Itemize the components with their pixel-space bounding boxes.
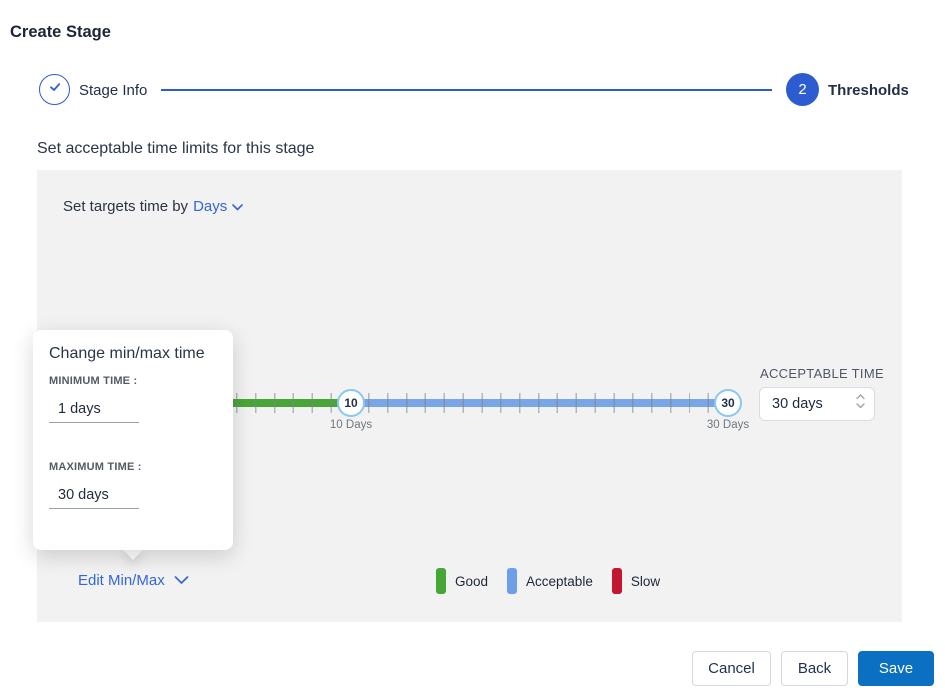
slider-handle-min[interactable]: 10 [337,389,365,417]
slider-tick-marks [181,393,728,413]
slider-handle-min-value: 10 [344,396,357,410]
step-number: 2 [798,81,806,98]
slider-min-day-label: 10 Days [311,419,391,431]
acceptable-swatch [507,568,517,594]
acceptable-time-spinner [856,394,865,409]
create-stage-dialog: Create Stage Stage Info 2 Thresholds Set… [0,0,945,697]
section-heading: Set acceptable time limits for this stag… [37,140,314,158]
change-minmax-popup: Change min/max time MINIMUM TIME : MAXIM… [33,330,233,550]
maximum-time-label: MAXIMUM TIME : [49,461,142,473]
minimum-time-input[interactable] [49,395,139,423]
step-label-thresholds[interactable]: Thresholds [828,82,909,99]
target-unit-dropdown[interactable]: Days [193,198,243,215]
acceptable-time-input[interactable] [772,388,842,420]
chevron-down-icon [174,572,189,589]
save-button[interactable]: Save [858,651,934,686]
legend-label-good: Good [455,574,488,589]
back-button[interactable]: Back [781,651,848,686]
cancel-button[interactable]: Cancel [692,651,771,686]
threshold-legend: Good Acceptable Slow [436,568,679,594]
legend-item-good: Good [436,568,488,594]
spinner-up-icon[interactable] [856,394,865,400]
stepper-connector-line [161,89,772,91]
chevron-down-icon [227,198,243,215]
minimum-time-label: MINIMUM TIME : [49,375,137,387]
target-time-row: Set targets time by Days [63,198,243,215]
slow-swatch [612,568,622,594]
slider-handle-max[interactable]: 30 [714,389,742,417]
edit-minmax-link[interactable]: Edit Min/Max [78,572,189,589]
spinner-down-icon[interactable] [856,403,865,409]
page-title: Create Stage [10,23,111,42]
legend-item-acceptable: Acceptable [507,568,593,594]
target-time-prefix: Set targets time by [63,198,188,215]
popup-title: Change min/max time [49,345,205,363]
legend-label-acceptable: Acceptable [526,574,593,589]
acceptable-time-field [759,387,875,421]
legend-label-slow: Slow [631,574,660,589]
step-stage-info-indicator[interactable] [39,74,70,105]
check-icon [47,79,63,100]
legend-item-slow: Slow [612,568,660,594]
good-swatch [436,568,446,594]
acceptable-time-label: ACCEPTABLE TIME [760,366,884,381]
step-thresholds-indicator[interactable]: 2 [786,73,819,106]
slider-handle-max-value: 30 [721,396,734,410]
slider-max-day-label: 30 Days [688,419,768,431]
target-unit-value: Days [193,198,227,215]
maximum-time-input[interactable] [49,481,139,509]
edit-minmax-label: Edit Min/Max [78,572,165,589]
step-label-stage-info[interactable]: Stage Info [79,82,147,99]
